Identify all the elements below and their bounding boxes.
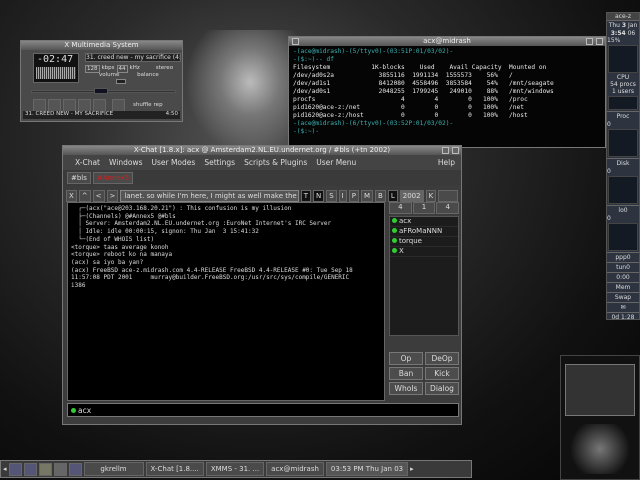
close-button[interactable]	[452, 147, 459, 154]
xmms-window[interactable]: X Multimedia System -02:47 31. creed new…	[20, 40, 183, 122]
terminal-icon[interactable]	[53, 462, 67, 476]
disk-graph	[608, 129, 638, 157]
next-tab-button[interactable]: >	[106, 189, 119, 202]
menu-user-modes[interactable]: User Modes	[151, 158, 195, 167]
desktop-pager[interactable]	[560, 355, 640, 480]
detach-button[interactable]: ^	[78, 189, 91, 202]
op-icon	[392, 218, 397, 223]
chat-text-area[interactable]: ┌─(acx("ace@203.168.20.21") : This confu…	[67, 202, 385, 401]
mail-icon[interactable]: ✉	[607, 302, 639, 312]
menu-settings[interactable]: Settings	[204, 158, 235, 167]
chat-line: (acx) sa iyo ba yan?	[71, 258, 144, 266]
task-gkrellm[interactable]: gkrellm	[83, 462, 144, 476]
mode-b-button[interactable]: B	[375, 189, 386, 202]
prev-tab-button[interactable]: <	[92, 189, 105, 202]
nick-label[interactable]: acx	[78, 406, 91, 415]
menu-bar: X-Chat Windows User Modes Settings Scripts &…	[63, 155, 461, 170]
user-list-panel: 414 acx aFRoMaNNN torque X Op DeOp Ban Kic…	[389, 202, 460, 401]
key-input[interactable]	[438, 189, 458, 202]
net-graph	[608, 176, 638, 204]
terminal-output[interactable]: -(ace@midrash)-(5/ttyv0)-(03:51P:01/03/0…	[289, 46, 605, 138]
chat-line: (acx) FreeBSD ace-z.midrash.com 4.4-RELE…	[71, 266, 353, 274]
chat-line: │ Idle: idle 00:00:15, signon: Thu Jan 3…	[71, 228, 259, 236]
time-display: -02:47	[37, 54, 74, 65]
chat-line: └─(End of WHOIS list)	[71, 235, 155, 243]
mode-m-button[interactable]: M	[360, 189, 374, 202]
deop-button[interactable]: DeOp	[425, 352, 459, 365]
tab-bls[interactable]: #bls	[67, 172, 91, 184]
cpu-graph	[608, 45, 638, 73]
close-button[interactable]	[596, 38, 603, 45]
mode-p-button[interactable]: P	[348, 189, 359, 202]
menu-button[interactable]	[292, 38, 299, 45]
close-tab-button[interactable]: X	[66, 189, 77, 202]
mode-l-button[interactable]: L	[387, 189, 398, 202]
playlist-bar[interactable]: 31. CREED NEW - MY SACRIFICE 4:50	[23, 111, 180, 119]
op-count: 4	[389, 202, 412, 214]
minimize-button[interactable]	[442, 147, 449, 154]
chat-line: 11:57:08 PDT 2001 murray@builder.FreeBSD…	[71, 274, 350, 282]
mode-t-button[interactable]: T	[300, 189, 311, 202]
gkrellm-monitor: ace-z Thu 3 Jan 3:54 06 15% CPU 54 procs 1…	[606, 12, 640, 321]
gnome-foot-icon[interactable]	[8, 462, 22, 476]
mode-s-button[interactable]: S	[326, 189, 337, 202]
mode-i-button[interactable]: I	[338, 189, 347, 202]
terminal-window[interactable]: acx@midrash -(ace@midrash)-(5/ttyv0)-(03…	[288, 36, 606, 148]
ban-button[interactable]: Ban	[389, 367, 423, 380]
taskbar: ◂ gkrellm X-Chat [1.8.... XMMS - 31. ...…	[0, 460, 472, 478]
message-input[interactable]: acx	[67, 403, 459, 417]
scroll-right-icon[interactable]: ▸	[410, 465, 414, 473]
kick-button[interactable]: Kick	[425, 367, 459, 380]
whois-button[interactable]: WhoIs	[389, 382, 423, 395]
limit-input[interactable]: 2002	[399, 189, 424, 202]
menu-windows[interactable]: Windows	[109, 158, 142, 167]
op-icon	[392, 248, 397, 253]
user-item[interactable]: X	[390, 247, 458, 257]
menu-help[interactable]: Help	[438, 158, 455, 167]
menu-user-menu[interactable]: User Menu	[316, 158, 356, 167]
user-item[interactable]: aFRoMaNNN	[390, 227, 458, 237]
xchat-titlebar[interactable]: X-Chat [1.8.x]: acx @ Amsterdam2.NL.EU.u…	[63, 146, 461, 155]
scroll-left-icon[interactable]: ◂	[3, 465, 7, 473]
seek-bar[interactable]	[31, 88, 176, 94]
tab-annex5[interactable]: #Annex5	[92, 172, 134, 184]
topic-input[interactable]: lanet. so while I'm here, I might as wel…	[120, 189, 299, 202]
op-icon	[392, 228, 397, 233]
voice-count: 1	[412, 202, 436, 214]
xmms-titlebar[interactable]: X Multimedia System	[21, 41, 182, 50]
song-title: 31. creed new - my sacrifice (4:50)	[85, 53, 181, 62]
chat-line: ┌─(acx("ace@203.168.20.21") : This confu…	[71, 205, 292, 212]
chat-line: <torque> taas average konoh	[71, 243, 169, 251]
task-xchat[interactable]: X-Chat [1.8....	[145, 462, 204, 476]
op-button[interactable]: Op	[389, 352, 423, 365]
menu-scripts-plugins[interactable]: Scripts & Plugins	[244, 158, 307, 167]
task-terminal[interactable]: acx@midrash	[266, 462, 324, 476]
minimize-button[interactable]	[586, 38, 593, 45]
user-item[interactable]: acx	[390, 217, 458, 227]
total-count: 4	[436, 202, 460, 214]
browser-icon[interactable]	[68, 462, 82, 476]
proc-graph	[608, 96, 638, 110]
clock[interactable]: 03:53 PM Thu Jan 03	[325, 462, 409, 476]
user-list[interactable]: acx aFRoMaNNN torque X	[389, 216, 459, 336]
menu-xchat[interactable]: X-Chat	[75, 158, 100, 167]
spectrum-visualizer	[36, 67, 76, 79]
monitor-icon[interactable]	[23, 462, 37, 476]
mode-k-button[interactable]: K	[425, 189, 437, 202]
lo0-graph	[608, 223, 638, 251]
op-icon	[71, 407, 76, 413]
op-icon	[392, 238, 397, 243]
task-xmms[interactable]: XMMS - 31. ...	[205, 462, 265, 476]
xchat-window[interactable]: X-Chat [1.8.x]: acx @ Amsterdam2.NL.EU.u…	[62, 145, 462, 425]
chat-line: │ Server: Amsterdam2.NL.EU.undernet.org …	[71, 220, 332, 228]
volume-slider[interactable]	[116, 79, 126, 84]
user-item[interactable]: torque	[390, 237, 458, 247]
chat-line: <torque> reboot ko na manaya	[71, 251, 173, 259]
help-icon[interactable]	[38, 462, 52, 476]
terminal-titlebar[interactable]: acx@midrash	[289, 37, 605, 46]
chat-line: i386	[71, 282, 86, 290]
dialog-button[interactable]: Dialog	[425, 382, 459, 395]
mode-n-button[interactable]: N	[312, 189, 325, 202]
